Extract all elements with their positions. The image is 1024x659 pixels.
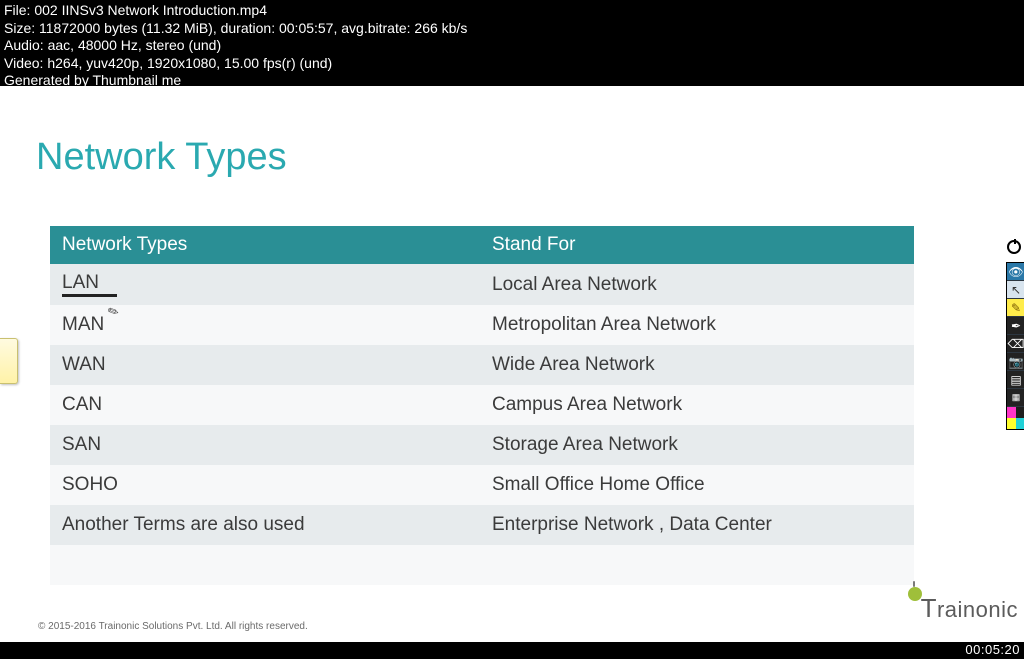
meta-audio: Audio: aac, 48000 Hz, stereo (und) xyxy=(4,37,1020,55)
table-row: MAN Metropolitan Area Network xyxy=(50,305,914,345)
meta-size: Size: 11872000 bytes (11.32 MiB), durati… xyxy=(4,20,1020,38)
annotation-toolbar: 👁 ↖ ✎ ✒ ⌫ 📷 ▤ ▦ xyxy=(1006,262,1024,430)
cell-stand: Metropolitan Area Network xyxy=(480,305,914,345)
color-palette[interactable] xyxy=(1007,407,1024,429)
table-row: CAN Campus Area Network xyxy=(50,385,914,425)
color-swatch[interactable] xyxy=(1016,418,1024,429)
presentation-slide: Network Types Network Types Stand For LA… xyxy=(0,86,1024,642)
tool-eraser-icon[interactable]: ⌫ xyxy=(1007,335,1024,353)
cell-type xyxy=(50,545,480,585)
settings-knob-icon[interactable] xyxy=(1007,240,1021,254)
video-timestamp: 00:05:20 xyxy=(965,642,1020,657)
table-row: SOHO Small Office Home Office xyxy=(50,465,914,505)
color-swatch[interactable] xyxy=(1007,407,1016,418)
table-row: SAN Storage Area Network xyxy=(50,425,914,465)
meta-file: File: 002 IINSv3 Network Introduction.mp… xyxy=(4,2,1020,20)
cell-stand: Storage Area Network xyxy=(480,425,914,465)
cell-stand xyxy=(480,545,914,585)
table-row: Another Terms are also used Enterprise N… xyxy=(50,505,914,545)
tool-pen-icon[interactable]: ✒ xyxy=(1007,317,1024,335)
cell-stand: Wide Area Network xyxy=(480,345,914,385)
trainonic-logo: Trainonic xyxy=(914,593,1018,624)
color-swatch[interactable] xyxy=(1007,418,1016,429)
table-header-row: Network Types Stand For xyxy=(50,226,914,264)
cell-stand: Local Area Network xyxy=(480,264,914,305)
tool-eye-icon[interactable]: 👁 xyxy=(1007,263,1024,281)
cell-stand: Campus Area Network xyxy=(480,385,914,425)
cell-type: SAN xyxy=(50,425,480,465)
cell-type: CAN xyxy=(50,385,480,425)
tool-panel-icon[interactable]: ▤ xyxy=(1007,371,1024,389)
footer-copyright: © 2015-2016 Trainonic Solutions Pvt. Ltd… xyxy=(38,621,308,632)
cell-type: Another Terms are also used xyxy=(50,505,480,545)
header-network-types: Network Types xyxy=(50,226,480,264)
underline-annotation: LAN xyxy=(62,272,117,297)
sticky-note-handle[interactable] xyxy=(0,338,18,384)
color-swatch[interactable] xyxy=(1016,407,1024,418)
slide-title: Network Types xyxy=(36,136,287,179)
table-row: LAN Local Area Network xyxy=(50,264,914,305)
tool-grid-icon[interactable]: ▦ xyxy=(1007,389,1024,407)
table-row: WAN Wide Area Network xyxy=(50,345,914,385)
cell-stand: Enterprise Network , Data Center xyxy=(480,505,914,545)
header-stand-for: Stand For xyxy=(480,226,914,264)
cell-type: WAN xyxy=(50,345,480,385)
logo-mark-icon xyxy=(914,597,921,623)
cell-type: SOHO xyxy=(50,465,480,505)
network-types-table: Network Types Stand For LAN Local Area N… xyxy=(50,226,914,585)
cell-type: LAN xyxy=(50,264,480,305)
tool-highlighter-icon[interactable]: ✎ xyxy=(1007,299,1024,317)
tool-camera-icon[interactable]: 📷 xyxy=(1007,353,1024,371)
meta-video: Video: h264, yuv420p, 1920x1080, 15.00 f… xyxy=(4,55,1020,73)
table-row xyxy=(50,545,914,585)
tool-cursor-icon[interactable]: ↖ xyxy=(1007,281,1024,299)
cell-stand: Small Office Home Office xyxy=(480,465,914,505)
video-metadata: File: 002 IINSv3 Network Introduction.mp… xyxy=(0,0,1024,96)
